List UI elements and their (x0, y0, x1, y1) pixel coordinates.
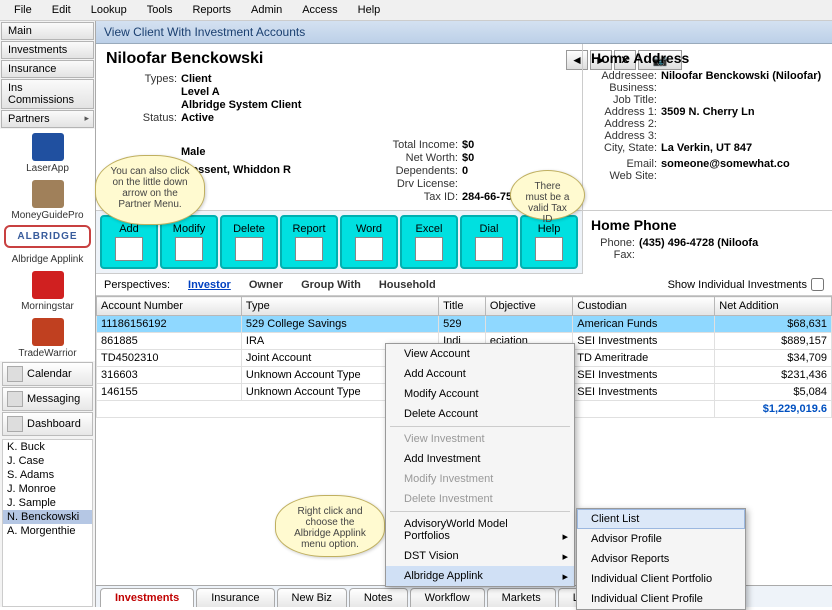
user-list[interactable]: K. BuckJ. CaseS. AdamsJ. MonroeJ. Sample… (2, 439, 93, 607)
callout-rightclick: Right click and choose the Albridge Appl… (275, 495, 385, 557)
partner-albridge[interactable]: ALBRIDGE (4, 225, 91, 248)
tab-markets[interactable]: Markets (487, 588, 556, 607)
ctx-dst-vision[interactable]: DST Vision (386, 546, 574, 566)
callout-taxid: There must be a valid Tax ID (510, 170, 585, 220)
ctx-add-account[interactable]: Add Account (386, 364, 574, 384)
sidegroup-ins-commissions[interactable]: Ins Commissions (1, 79, 94, 109)
perspective-investor[interactable]: Investor (188, 279, 231, 291)
context-menu[interactable]: View AccountAdd AccountModify AccountDel… (385, 343, 575, 587)
callout-partner-arrow: You can also click on the little down ar… (95, 155, 205, 225)
user-item[interactable]: J. Monroe (3, 482, 92, 496)
menubar: FileEditLookupToolsReportsAdminAccessHel… (0, 0, 832, 21)
user-item[interactable]: A. Morgenthie (3, 524, 92, 538)
partner-moneyguide[interactable]: MoneyGuidePro (0, 176, 95, 223)
tool-excel[interactable]: Excel (400, 215, 458, 269)
user-item[interactable]: J. Sample (3, 496, 92, 510)
user-item[interactable]: J. Case (3, 454, 92, 468)
col-header[interactable]: Custodian (573, 297, 715, 316)
ctx-albridge-applink[interactable]: Albridge Applink (386, 566, 574, 586)
panel-title: View Client With Investment Accounts (96, 21, 832, 44)
ctx-view-account[interactable]: View Account (386, 344, 574, 364)
user-item[interactable]: S. Adams (3, 468, 92, 482)
ctx-advisoryworld-model-portfolios[interactable]: AdvisoryWorld Model Portfolios (386, 514, 574, 546)
menu-help[interactable]: Help (348, 2, 391, 18)
ctx-view-investment: View Investment (386, 429, 574, 449)
col-header[interactable]: Type (241, 297, 438, 316)
ctx-delete-account[interactable]: Delete Account (386, 404, 574, 424)
sidebtn-dashboard[interactable]: Dashboard (2, 412, 93, 436)
sidebtn-calendar[interactable]: Calendar (2, 362, 93, 386)
ctx-add-investment[interactable]: Add Investment (386, 449, 574, 469)
sub-advisor-profile[interactable]: Advisor Profile (577, 529, 745, 549)
sidegroup-main[interactable]: Main (1, 22, 94, 40)
client-name: Niloofar Benckowski (106, 50, 572, 68)
menu-lookup[interactable]: Lookup (81, 2, 137, 18)
tab-investments[interactable]: Investments (100, 588, 194, 607)
tab-new-biz[interactable]: New Biz (277, 588, 347, 607)
tool-delete[interactable]: Delete (220, 215, 278, 269)
home-address-heading: Home Address (591, 50, 824, 66)
menu-admin[interactable]: Admin (241, 2, 292, 18)
col-header[interactable]: Net Addition (715, 297, 832, 316)
sub-client-list[interactable]: Client List (577, 509, 745, 529)
albridge-submenu[interactable]: Client ListAdvisor ProfileAdvisor Report… (576, 508, 746, 610)
sub-individual-client-profile[interactable]: Individual Client Profile (577, 589, 745, 609)
partner-laserapp[interactable]: LaserApp (0, 129, 95, 176)
menu-access[interactable]: Access (292, 2, 347, 18)
ctx-delete-investment: Delete Investment (386, 489, 574, 509)
menu-file[interactable]: File (4, 2, 42, 18)
menu-edit[interactable]: Edit (42, 2, 81, 18)
sidegroup-investments[interactable]: Investments (1, 41, 94, 59)
ctx-modify-investment: Modify Investment (386, 469, 574, 489)
sidebar: MainInvestmentsInsuranceIns CommissionsP… (0, 21, 96, 607)
show-individual-checkbox[interactable] (811, 278, 824, 291)
menu-tools[interactable]: Tools (137, 2, 183, 18)
partner-tradewarrior[interactable]: TradeWarrior (0, 314, 95, 361)
tool-report[interactable]: Report (280, 215, 338, 269)
tab-insurance[interactable]: Insurance (196, 588, 274, 607)
home-phone-heading: Home Phone (591, 217, 824, 233)
menu-reports[interactable]: Reports (182, 2, 241, 18)
tab-workflow[interactable]: Workflow (410, 588, 485, 607)
user-item[interactable]: N. Benckowski (3, 510, 92, 524)
col-header[interactable]: Title (439, 297, 486, 316)
tool-dial[interactable]: Dial (460, 215, 518, 269)
sidegroup-partners[interactable]: Partners (1, 110, 94, 128)
perspective-owner[interactable]: Owner (249, 279, 283, 291)
partner-mstar[interactable]: Morningstar (0, 267, 95, 314)
sidegroup-insurance[interactable]: Insurance (1, 60, 94, 78)
tool-word[interactable]: Word (340, 215, 398, 269)
sub-advisor-reports[interactable]: Advisor Reports (577, 549, 745, 569)
perspective-groupwith[interactable]: Group With (301, 279, 361, 291)
user-item[interactable]: K. Buck (3, 440, 92, 454)
sidebtn-messaging[interactable]: Messaging (2, 387, 93, 411)
col-header[interactable]: Objective (485, 297, 572, 316)
perspectives-bar: Perspectives: Investor Owner Group With … (96, 274, 832, 296)
ctx-modify-account[interactable]: Modify Account (386, 384, 574, 404)
perspective-household[interactable]: Household (379, 279, 436, 291)
tab-notes[interactable]: Notes (349, 588, 408, 607)
col-header[interactable]: Account Number (97, 297, 242, 316)
table-row[interactable]: 11186156192529 College Savings529America… (97, 316, 832, 333)
sub-individual-client-portfolio[interactable]: Individual Client Portfolio (577, 569, 745, 589)
